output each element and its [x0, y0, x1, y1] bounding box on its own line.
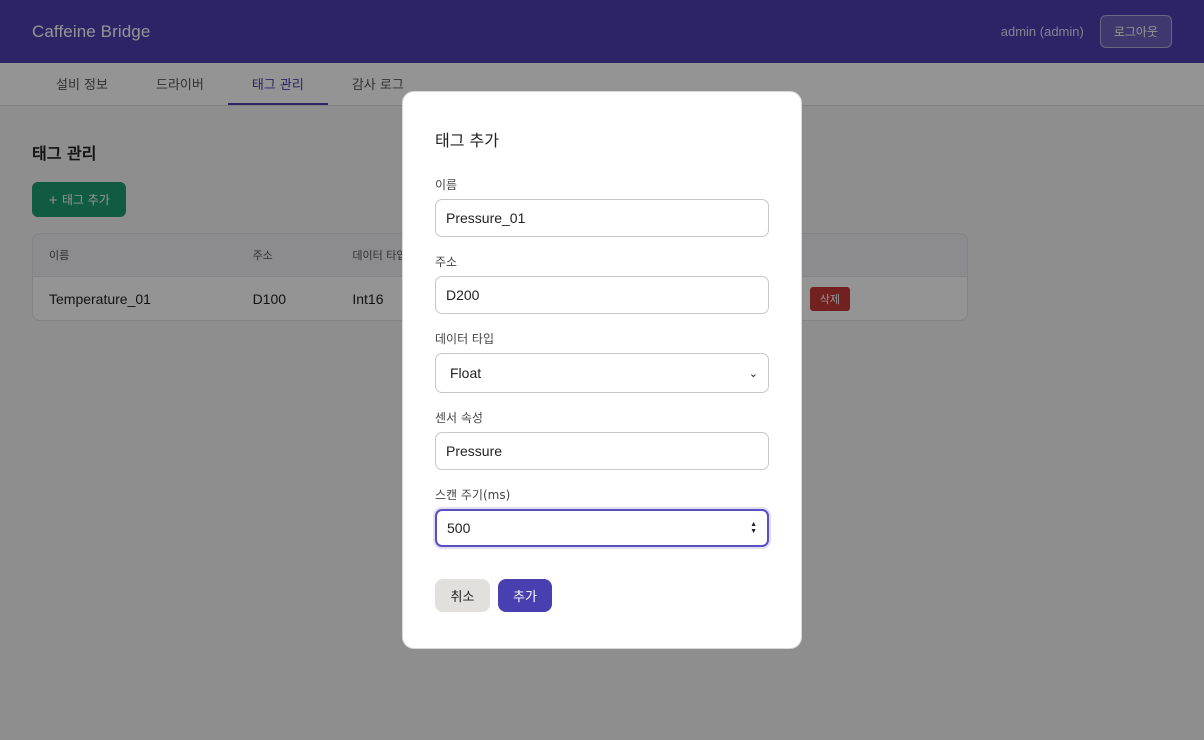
submit-add-button[interactable]: 추가 [498, 579, 552, 612]
chevron-down-icon: ⌄ [748, 367, 758, 380]
field-name: 이름 Pressure_01 [435, 176, 769, 237]
name-input-value: Pressure_01 [446, 210, 526, 226]
dialog-actions: 취소 추가 [435, 579, 769, 612]
sensor-label: 센서 속성 [435, 411, 483, 425]
address-input[interactable]: D200 [435, 276, 769, 314]
field-sensor: 센서 속성 Pressure [435, 409, 769, 470]
sensor-input-value: Pressure [446, 443, 503, 459]
address-label: 주소 [435, 255, 458, 269]
scan-interval-label: 스캔 주기(ms) [435, 488, 511, 502]
sensor-input[interactable]: Pressure [435, 432, 769, 470]
add-tag-dialog: 태그 추가 이름 Pressure_01 주소 D200 데이터 타입 Floa… [402, 91, 802, 649]
field-data-type: 데이터 타입 Float ⌄ [435, 330, 769, 393]
name-label: 이름 [435, 178, 458, 192]
field-address: 주소 D200 [435, 253, 769, 314]
data-type-selected-value: Float [450, 365, 482, 381]
scan-interval-input[interactable]: 500 ▲ ▼ [435, 509, 769, 547]
name-input[interactable]: Pressure_01 [435, 199, 769, 237]
dialog-title: 태그 추가 [435, 131, 499, 150]
cancel-button[interactable]: 취소 [435, 579, 490, 612]
data-type-select[interactable]: Float ⌄ [435, 353, 769, 393]
address-input-value: D200 [446, 287, 480, 303]
scan-interval-value: 500 [447, 520, 471, 536]
field-scan-interval: 스캔 주기(ms) 500 ▲ ▼ [435, 486, 769, 547]
number-spinner-icon[interactable]: ▲ ▼ [750, 521, 757, 535]
data-type-label: 데이터 타입 [435, 332, 495, 346]
